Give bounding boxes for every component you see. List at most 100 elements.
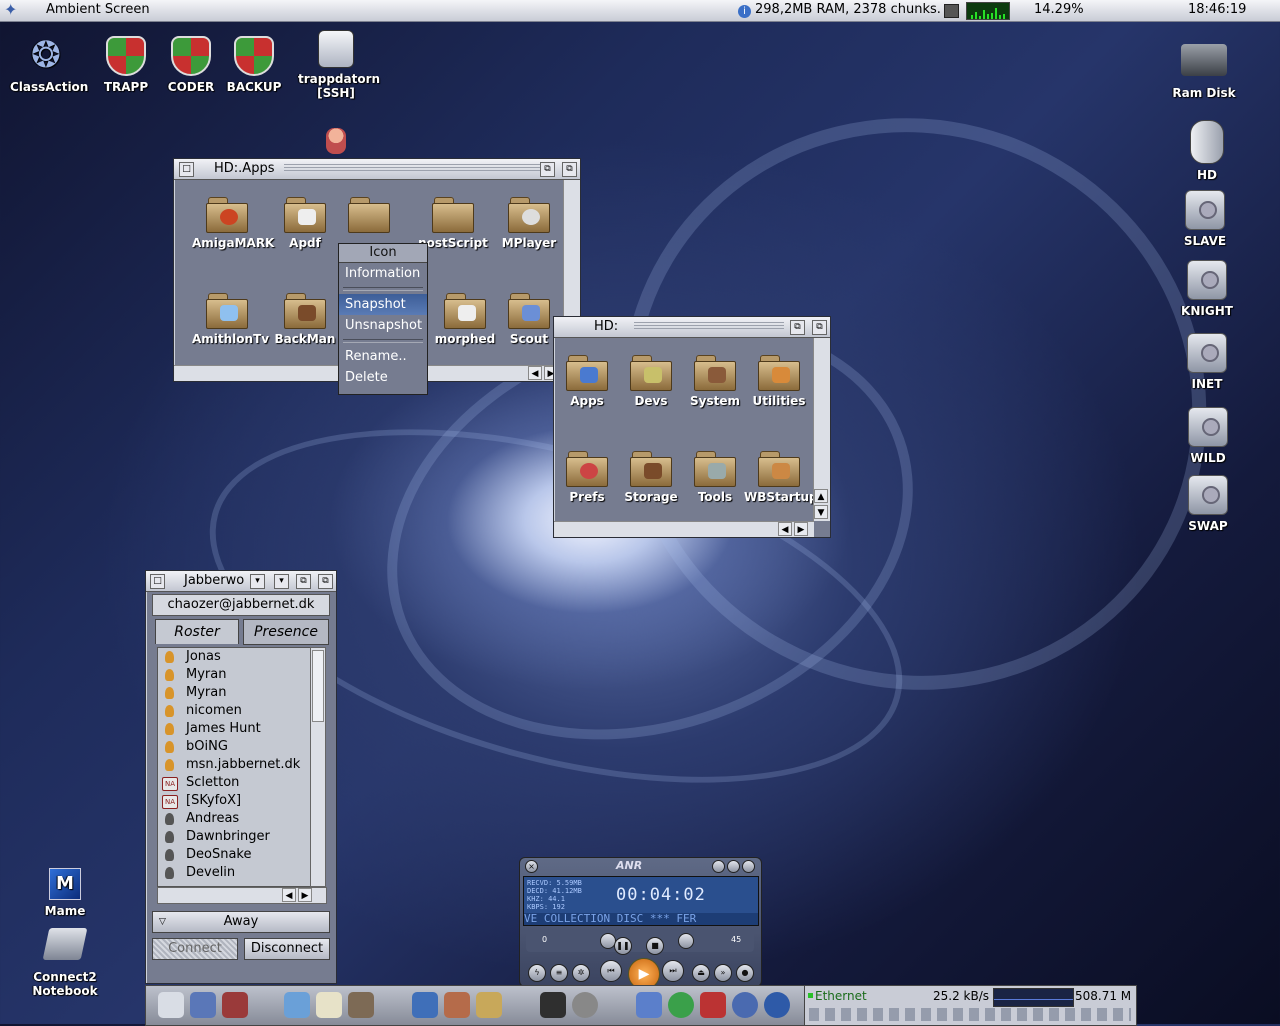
zoom-button[interactable]: ⧉ bbox=[540, 162, 555, 177]
dock-box-icon[interactable] bbox=[348, 992, 374, 1018]
menu-item-delete[interactable]: Delete bbox=[339, 367, 427, 388]
depth-button[interactable]: ⧉ bbox=[318, 574, 333, 589]
menu-item-information[interactable]: Information bbox=[339, 263, 427, 284]
roster-item[interactable]: NA [SKyfoX] bbox=[158, 792, 310, 810]
dock-notes-icon[interactable] bbox=[316, 992, 342, 1018]
worm-icon[interactable] bbox=[326, 128, 346, 154]
folder-utilities[interactable]: Utilities bbox=[744, 353, 814, 408]
roster-scrollbar[interactable] bbox=[310, 647, 326, 887]
iconify-button[interactable]: ▾ bbox=[250, 574, 265, 589]
hd-drawer-window[interactable]: HD: ⧉ ⧉ Apps Devs System Utilities Prefs… bbox=[553, 316, 831, 538]
icon-context-menu[interactable]: Icon Information Snapshot Unsnapshot Ren… bbox=[338, 243, 428, 395]
dock-workbench-icon[interactable] bbox=[158, 992, 184, 1018]
roster-item[interactable]: James Hunt bbox=[158, 720, 310, 738]
scroll-left-button[interactable]: ◀ bbox=[528, 366, 542, 380]
folder-apps[interactable]: Apps bbox=[552, 353, 622, 408]
desktop-icon-ramdisk[interactable]: Ram Disk bbox=[1168, 44, 1240, 100]
roster-item[interactable]: Andreas bbox=[158, 810, 310, 828]
folder-prefs[interactable]: Prefs bbox=[552, 449, 622, 504]
dock-photo-icon[interactable] bbox=[700, 992, 726, 1018]
scroll-up-button[interactable]: ▲ bbox=[814, 489, 828, 503]
scroll-right-button[interactable]: ▶ bbox=[794, 522, 808, 536]
menu-button[interactable]: ▾ bbox=[274, 574, 289, 589]
scroll-left-button[interactable]: ◀ bbox=[778, 522, 792, 536]
roster-item[interactable]: msn.jabbernet.dk bbox=[158, 756, 310, 774]
menu-item-snapshot[interactable]: Snapshot bbox=[339, 294, 427, 315]
desktop-icon-slave[interactable]: SLAVE bbox=[1169, 190, 1241, 248]
roster-item[interactable]: Jonas bbox=[158, 648, 310, 666]
folder-amithlontv[interactable]: AmithlonTv bbox=[192, 291, 269, 346]
desktop-icon-mame[interactable]: M Mame bbox=[29, 868, 101, 918]
folder-mplayer[interactable]: MPlayer bbox=[494, 195, 564, 250]
maximize-icon[interactable] bbox=[727, 860, 740, 873]
stop-icon[interactable]: ■ bbox=[646, 937, 664, 955]
desktop-icon-trappdatorn-ssh[interactable]: trappdatorn [SSH] bbox=[298, 30, 380, 100]
dock-world-icon[interactable] bbox=[764, 992, 790, 1018]
dock-paint-icon[interactable] bbox=[444, 992, 470, 1018]
minimize-icon[interactable] bbox=[712, 860, 725, 873]
dock-monitor-icon[interactable] bbox=[412, 992, 438, 1018]
menu-item-rename[interactable]: Rename.. bbox=[339, 346, 427, 367]
desktop-icon-connect2-notebook[interactable]: Connect2 Notebook bbox=[29, 928, 101, 998]
desktop-icon-trapp[interactable]: TRAPP bbox=[90, 36, 162, 94]
dock-headphones-icon[interactable] bbox=[572, 992, 598, 1018]
lightning-icon[interactable]: ϟ bbox=[528, 964, 546, 982]
scroll-right-button[interactable]: ▶ bbox=[298, 888, 312, 902]
close-button[interactable]: □ bbox=[150, 574, 165, 589]
roster-item[interactable]: bOiNG bbox=[158, 738, 310, 756]
ambient-logo-icon[interactable]: ✦ bbox=[4, 1, 26, 19]
dock-fish-icon[interactable] bbox=[636, 992, 662, 1018]
dock-piano-icon[interactable] bbox=[540, 992, 566, 1018]
dock-tools-icon[interactable] bbox=[190, 992, 216, 1018]
desktop-icon-coder[interactable]: CODER bbox=[155, 36, 227, 94]
tab-roster[interactable]: Roster bbox=[155, 619, 239, 644]
dock-brush-icon[interactable] bbox=[476, 992, 502, 1018]
desktop-icon-knight[interactable]: KNIGHT bbox=[1171, 260, 1243, 318]
eject-icon[interactable]: ⏏ bbox=[692, 964, 710, 982]
folder-tools[interactable]: Tools bbox=[680, 449, 750, 504]
folder-storage[interactable]: Storage bbox=[616, 449, 686, 504]
roster-item[interactable]: nicomen bbox=[158, 702, 310, 720]
zoom-button[interactable]: ⧉ bbox=[296, 574, 311, 589]
desktop-icon-inet[interactable]: INET bbox=[1171, 333, 1243, 391]
depth-button[interactable]: ⧉ bbox=[812, 320, 827, 335]
roster-item[interactable]: Dawnbringer bbox=[158, 828, 310, 846]
desktop-icon-classaction[interactable]: ❂ ClassAction bbox=[10, 36, 88, 95]
system-tray-icons[interactable] bbox=[809, 1008, 1131, 1021]
dock-feather-icon[interactable] bbox=[284, 992, 310, 1018]
titlebar-drag-area[interactable] bbox=[284, 164, 540, 173]
forward-icon[interactable]: » bbox=[714, 964, 732, 982]
roster-item[interactable]: DeoSnake bbox=[158, 846, 310, 864]
desktop-icon-swap[interactable]: SWAP bbox=[1172, 475, 1244, 533]
roster-item[interactable]: NA Scletton bbox=[158, 774, 310, 792]
close-button[interactable]: □ bbox=[179, 162, 194, 177]
roster-list[interactable]: Jonas Myran Myran nicomen James Hunt bOiNG msn… bbox=[157, 647, 311, 887]
roster-item[interactable]: Develin bbox=[158, 864, 310, 882]
window-titlebar[interactable]: HD: ⧉ ⧉ bbox=[554, 317, 830, 338]
depth-button[interactable]: ⧉ bbox=[562, 162, 577, 177]
folder-devs[interactable]: Devs bbox=[616, 353, 686, 408]
folder-morphed[interactable]: morphed bbox=[430, 291, 500, 346]
folder-amigamark[interactable]: AmigaMARK bbox=[192, 195, 274, 250]
pause-icon[interactable]: ❚❚ bbox=[614, 937, 632, 955]
vertical-scrollbar[interactable]: ▲ ▼ bbox=[813, 338, 830, 521]
disconnect-button[interactable]: Disconnect bbox=[244, 938, 330, 960]
window-titlebar[interactable]: □ Jabberwo ▾ ▾ ⧉ ⧉ bbox=[146, 571, 336, 592]
desktop-icon-hd[interactable]: HD bbox=[1171, 120, 1243, 182]
tab-presence[interactable]: Presence bbox=[243, 619, 329, 645]
horizontal-scrollbar[interactable]: ◀ ▶ bbox=[554, 521, 814, 537]
status-select[interactable]: ▽ Away bbox=[152, 911, 330, 933]
media-player[interactable]: × ANR RECVD: 5.59MB DECD: 41.12MB KHZ: 4… bbox=[519, 857, 762, 990]
close-icon[interactable] bbox=[742, 860, 755, 873]
connect-button[interactable]: Connect bbox=[152, 938, 238, 960]
folder-ghostscript[interactable]: nostScript bbox=[418, 195, 488, 250]
close-icon[interactable]: × bbox=[525, 860, 538, 873]
roster-hscrollbar[interactable]: ◀ ▶ bbox=[157, 887, 327, 904]
dock-globe-icon[interactable] bbox=[668, 992, 694, 1018]
settings-icon[interactable]: ✲ bbox=[572, 964, 590, 982]
zoom-button[interactable]: ⧉ bbox=[790, 320, 805, 335]
dock-camera-icon[interactable] bbox=[222, 992, 248, 1018]
next-icon[interactable]: ⏭ bbox=[662, 960, 684, 982]
window-titlebar[interactable]: □ HD:.Apps ⧉ ⧉ bbox=[174, 159, 580, 180]
scrollbar-thumb[interactable] bbox=[312, 650, 324, 722]
